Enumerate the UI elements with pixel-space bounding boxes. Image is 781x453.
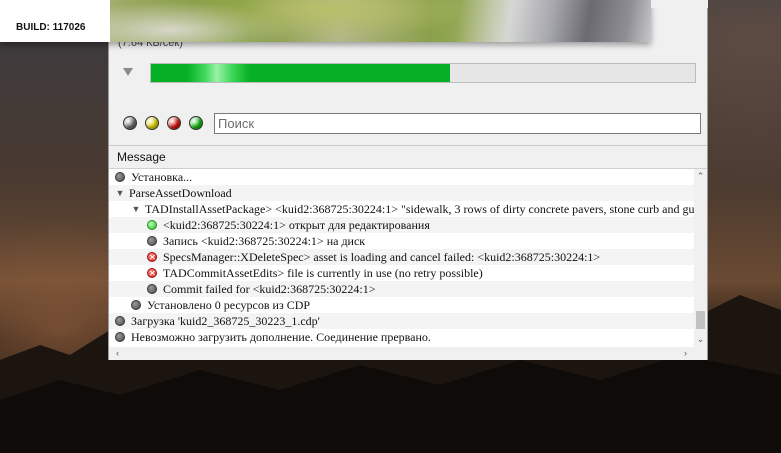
log-row-text: ParseAssetDownload [129,186,232,200]
message-filter-buttons [123,116,203,130]
message-column-header[interactable]: Message [109,146,707,169]
search-input[interactable] [214,113,701,134]
log-row[interactable]: ▼ TADInstallAssetPackage> <kuid2:368725:3… [109,201,694,217]
horizontal-scrollbar[interactable]: ‹ › [109,347,694,360]
log-row-text: Установка... [131,170,193,184]
filter-red-button[interactable] [167,116,181,130]
log-row[interactable]: <kuid2:368725:30224:1> открыт для редакт… [109,217,694,233]
log-row-text: <kuid2:368725:30224:1> открыт для редакт… [163,218,430,232]
vertical-scrollbar[interactable]: ⌃ ⌄ [694,169,707,347]
log-row[interactable]: ▼ ParseAssetDownload [109,185,694,201]
log-row-text: TADInstallAssetPackage> <kuid2:368725:30… [145,202,694,216]
scroll-down-icon[interactable]: ⌄ [694,334,707,345]
log-row[interactable]: Установка... [109,169,694,185]
log-row-text: TADCommitAssetEdits> file is currently i… [163,266,483,280]
window-top-frame [651,0,708,8]
info-status-icon [115,316,125,326]
success-status-icon [147,220,157,230]
asset-preview-popup: BUILD: 117026 [0,0,651,42]
log-row-text: Невозможно загрузить дополнение. Соедине… [131,330,431,344]
info-status-icon [115,332,125,342]
download-progress-fill [151,64,451,82]
log-row[interactable]: SpecsManager::XDeleteSpec> asset is load… [109,249,694,265]
scrollbar-corner [694,347,707,360]
message-log-list: Установка... ▼ ParseAssetDownload ▼ TADInsta… [109,169,694,347]
log-row-text: Запись <kuid2:368725:30224:1> на диск [163,234,366,248]
log-row[interactable]: TADCommitAssetEdits> file is currently i… [109,265,694,281]
info-status-icon [147,236,157,246]
expand-toggle-icon[interactable]: ▼ [115,185,125,201]
filter-gray-button[interactable] [123,116,137,130]
scroll-left-icon[interactable]: ‹ [111,348,124,359]
info-status-icon [115,172,125,182]
build-number-label: BUILD: 117026 [0,0,110,42]
log-row[interactable]: Невозможно загрузить дополнение. Соедине… [109,329,694,345]
log-row-text: Commit failed for <kuid2:368725:30224:1> [163,282,376,296]
log-row[interactable]: Установлено 0 ресурсов из CDP [109,297,694,313]
message-log-panel: Message Установка... ▼ ParseAssetDownload ▼… [109,145,707,360]
vertical-scroll-thumb[interactable] [696,311,705,329]
asset-download-window: (7.64 КБ/сек) Message Установка...▼Parse… [108,0,708,360]
log-row[interactable]: Загрузка 'kuid2_368725_30223_1.cdp' [109,313,694,329]
download-progress-bar [150,63,696,83]
log-row[interactable]: Commit failed for <kuid2:368725:30224:1> [109,281,694,297]
error-status-icon [147,268,157,278]
collapse-arrow-icon[interactable] [123,68,133,76]
scroll-up-icon[interactable]: ⌃ [694,171,707,182]
info-status-icon [147,284,157,294]
log-row-text: Установлено 0 ресурсов из CDP [147,298,311,312]
log-row[interactable]: Запись <kuid2:368725:30224:1> на диск [109,233,694,249]
filter-yellow-button[interactable] [145,116,159,130]
expand-toggle-icon[interactable]: ▼ [131,201,141,217]
scroll-right-icon[interactable]: › [679,348,692,359]
log-row-text: SpecsManager::XDeleteSpec> asset is load… [163,250,601,264]
error-status-icon [147,252,157,262]
info-status-icon [131,300,141,310]
filter-green-button[interactable] [189,116,203,130]
log-row-text: Загрузка 'kuid2_368725_30223_1.cdp' [131,314,320,328]
